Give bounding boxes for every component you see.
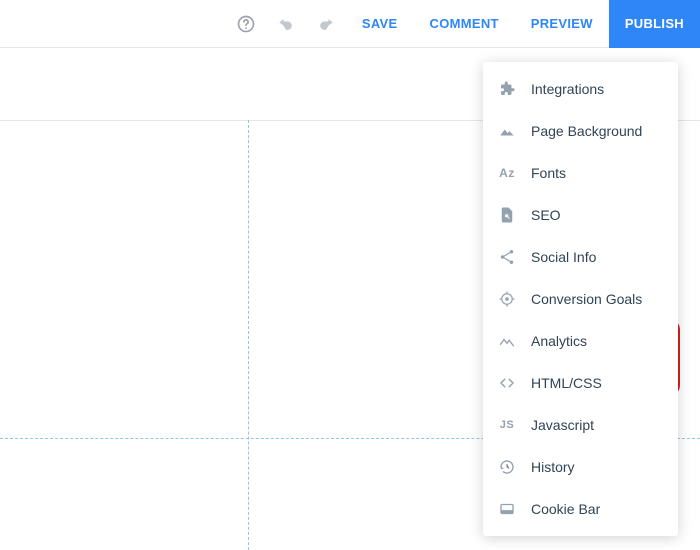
menu-item-cookie-bar[interactable]: Cookie Bar — [483, 488, 678, 530]
comment-button[interactable]: COMMENT — [414, 0, 515, 48]
help-icon — [236, 14, 256, 34]
share-icon — [497, 248, 517, 266]
search-doc-icon — [497, 206, 517, 224]
preview-button[interactable]: PREVIEW — [515, 0, 609, 48]
menu-item-javascript[interactable]: JS Javascript — [483, 404, 678, 446]
bottom-bar-icon — [497, 500, 517, 518]
js-icon: JS — [497, 419, 517, 431]
save-button[interactable]: SAVE — [346, 0, 414, 48]
settings-dropdown: Integrations Page Background Az Fonts SE… — [483, 62, 678, 536]
menu-item-analytics[interactable]: Analytics — [483, 320, 678, 362]
redo-icon — [316, 14, 336, 34]
menu-item-page-background[interactable]: Page Background — [483, 110, 678, 152]
vertical-guide — [248, 120, 249, 550]
history-icon — [497, 458, 517, 476]
menu-item-label: Page Background — [531, 123, 642, 139]
undo-icon — [276, 14, 296, 34]
menu-item-label: Javascript — [531, 417, 594, 433]
menu-item-conversion-goals[interactable]: Conversion Goals — [483, 278, 678, 320]
menu-item-label: Integrations — [531, 81, 604, 97]
menu-item-fonts[interactable]: Az Fonts — [483, 152, 678, 194]
puzzle-icon — [497, 80, 517, 98]
redo-button[interactable] — [306, 0, 346, 48]
menu-item-social-info[interactable]: Social Info — [483, 236, 678, 278]
help-button[interactable] — [226, 0, 266, 48]
menu-item-history[interactable]: History — [483, 446, 678, 488]
menu-item-label: Cookie Bar — [531, 501, 600, 517]
code-icon — [497, 374, 517, 392]
menu-item-label: History — [531, 459, 575, 475]
menu-item-html-css[interactable]: HTML/CSS — [483, 362, 678, 404]
menu-item-seo[interactable]: SEO — [483, 194, 678, 236]
menu-item-label: Conversion Goals — [531, 291, 642, 307]
publish-button[interactable]: PUBLISH — [609, 0, 700, 48]
menu-item-label: Analytics — [531, 333, 587, 349]
undo-button[interactable] — [266, 0, 306, 48]
menu-item-integrations[interactable]: Integrations — [483, 68, 678, 110]
menu-item-label: Social Info — [531, 249, 596, 265]
menu-item-label: HTML/CSS — [531, 375, 602, 391]
top-toolbar: SAVE COMMENT PREVIEW PUBLISH — [0, 0, 700, 48]
menu-item-label: SEO — [531, 207, 561, 223]
target-icon — [497, 290, 517, 308]
menu-item-label: Fonts — [531, 165, 566, 181]
mountains-icon — [497, 122, 517, 140]
font-icon: Az — [497, 166, 517, 180]
analytics-icon — [497, 332, 517, 350]
